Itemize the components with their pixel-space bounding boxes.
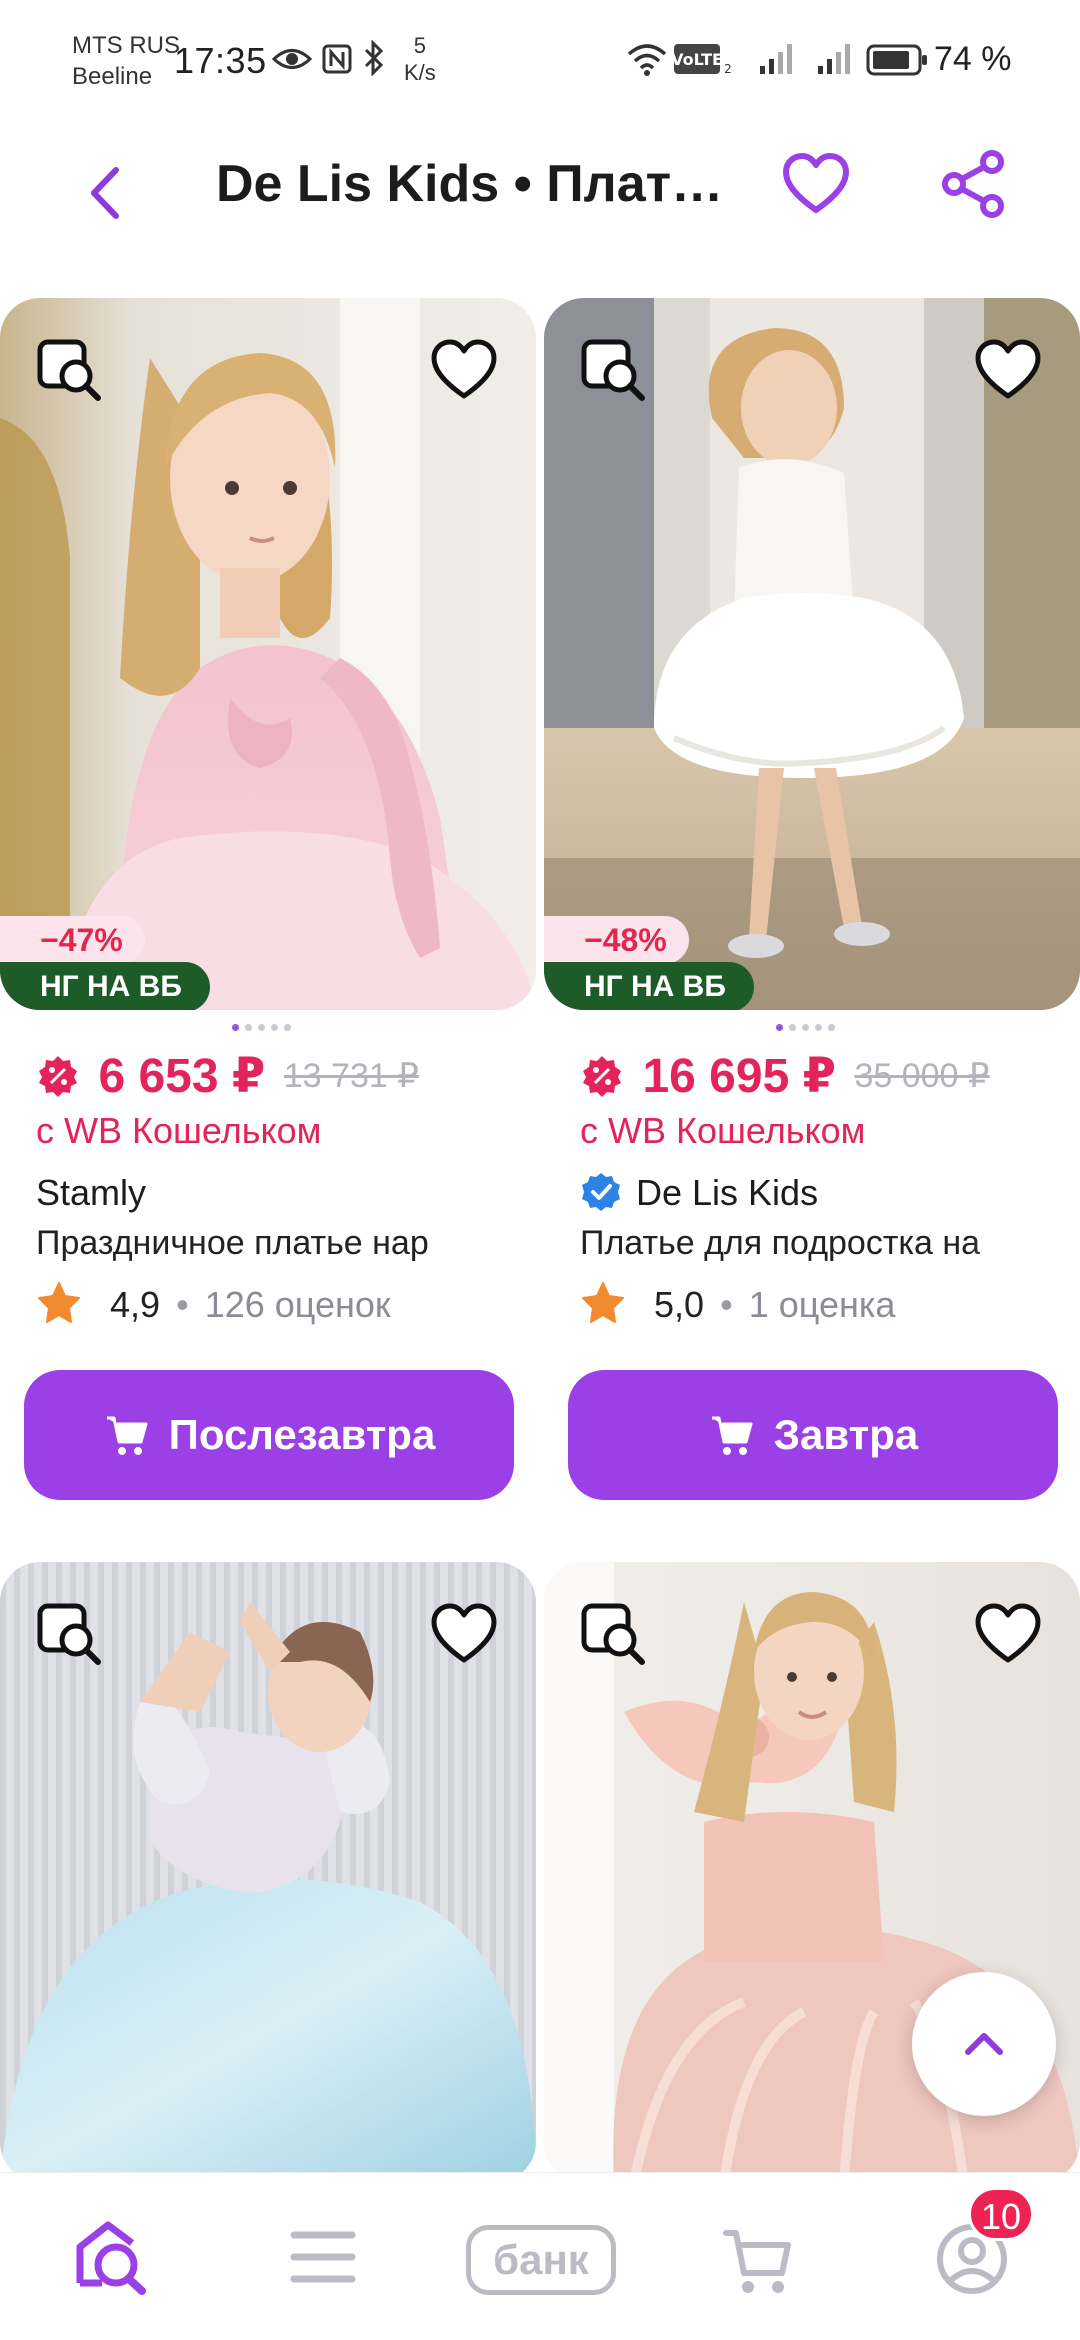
battery-percent: 74 % <box>934 40 1012 78</box>
cart-icon <box>106 1416 148 1455</box>
price: 6 653 ₽ <box>98 1050 266 1103</box>
volte-icon: VoLTE 2 <box>674 44 732 76</box>
wallet-discount-icon <box>583 1056 621 1097</box>
speed-unit: K/s <box>404 60 436 85</box>
brand-name[interactable]: De Lis Kids <box>580 1172 818 1214</box>
share-button[interactable] <box>938 148 1010 220</box>
delivery-label: Послезавтра <box>168 1411 436 1458</box>
wallet-discount-icon <box>39 1056 77 1097</box>
promo-badge: НГ НА ВБ <box>544 962 754 1010</box>
chevron-up-icon <box>965 2033 1003 2055</box>
network-speed: 5 K/s <box>404 32 436 86</box>
wallet-note: с WB Кошельком <box>36 1110 322 1151</box>
similar-search-icon[interactable] <box>36 1600 106 1670</box>
separator: • <box>720 1284 733 1325</box>
speed-value: 5 <box>413 33 427 58</box>
brand-name[interactable]: Stamly <box>36 1172 146 1214</box>
pager-dot <box>802 1024 809 1031</box>
carrier-names: MTS RUS Beeline <box>72 30 180 92</box>
product-name[interactable]: Платье для подростка на <box>580 1224 1060 1263</box>
promo-badge: НГ НА ВБ <box>0 962 210 1010</box>
rating-row: 4,9 • 126 оценок <box>36 1282 391 1326</box>
clock: 17:35 <box>174 40 267 81</box>
favorite-brand-button[interactable] <box>780 148 852 220</box>
page-title: De Lis Kids • Плать... <box>216 155 746 213</box>
bluetooth-icon <box>364 40 384 76</box>
product-card[interactable]: −47% НГ НА ВБ 6 653 ₽ 13 731 ₽ с WB Коше… <box>0 298 540 1518</box>
star-icon <box>582 1282 624 1324</box>
product-name[interactable]: Праздничное платье нар <box>36 1224 516 1263</box>
reviews-count: 1 оценка <box>748 1284 896 1325</box>
pager-dot <box>776 1024 783 1031</box>
reviews-count: 126 оценок <box>204 1284 391 1325</box>
product-card[interactable] <box>0 1562 540 2182</box>
pager-dot <box>284 1024 291 1031</box>
brand-label: De Lis Kids <box>636 1172 819 1213</box>
status-bar: MTS RUS Beeline 17:35 5 K/s VoLTE 2 74 % <box>0 0 1080 118</box>
product-image[interactable]: −48% НГ НА ВБ <box>544 298 1080 1010</box>
add-to-favorites-icon[interactable] <box>428 334 500 406</box>
battery-icon <box>866 44 927 76</box>
product-image[interactable]: −47% НГ НА ВБ <box>0 298 536 1010</box>
add-to-cart-button[interactable]: Завтра <box>568 1370 1058 1500</box>
signal-icon <box>760 44 792 74</box>
signal-icon <box>818 44 850 74</box>
svg-text:2: 2 <box>724 62 732 76</box>
image-pager-dots <box>232 1018 297 1036</box>
scroll-to-top-button[interactable] <box>912 1972 1056 2116</box>
add-to-cart-button[interactable]: Послезавтра <box>24 1370 514 1500</box>
similar-search-icon[interactable] <box>36 336 106 406</box>
carrier-2: Beeline <box>72 63 153 90</box>
product-image[interactable] <box>0 1562 536 2182</box>
old-price: 35 000 ₽ <box>854 1057 990 1095</box>
pager-dot <box>789 1024 796 1031</box>
top-header: De Lis Kids • Плать... <box>0 118 1080 258</box>
carrier-1: MTS RUS <box>72 32 180 59</box>
bank-tab[interactable]: банк <box>466 2225 616 2295</box>
rating-value: 5,0 <box>654 1284 705 1325</box>
discount-badge: −48% <box>544 916 689 964</box>
separator: • <box>176 1284 189 1325</box>
profile-notification-badge: 10 <box>968 2187 1034 2241</box>
price-row: 16 695 ₽ 35 000 ₽ <box>580 1048 990 1108</box>
image-pager-dots <box>776 1018 841 1036</box>
back-button[interactable] <box>70 158 140 228</box>
price-row: 6 653 ₽ 13 731 ₽ <box>36 1048 419 1108</box>
nfc-icon <box>322 44 352 74</box>
rating-row: 5,0 • 1 оценка <box>580 1282 896 1326</box>
pager-dot <box>815 1024 822 1031</box>
pager-dot <box>271 1024 278 1031</box>
price: 16 695 ₽ <box>642 1050 836 1103</box>
cart-nav-icon[interactable] <box>722 2217 794 2301</box>
wallet-note: с WB Кошельком <box>580 1110 866 1151</box>
similar-search-icon[interactable] <box>580 1600 650 1670</box>
product-card[interactable]: −48% НГ НА ВБ 16 695 ₽ 35 000 ₽ с WB Кош… <box>544 298 1080 1518</box>
discount-badge: −47% <box>0 916 145 964</box>
wifi-icon <box>627 44 667 76</box>
verified-seller-icon <box>582 1173 620 1212</box>
pager-dot <box>232 1024 239 1031</box>
home-search-icon[interactable] <box>66 2213 156 2303</box>
add-to-favorites-icon[interactable] <box>428 1598 500 1670</box>
catalog-icon[interactable] <box>288 2217 358 2297</box>
cart-icon <box>711 1416 753 1455</box>
similar-search-icon[interactable] <box>580 336 650 406</box>
rating-value: 4,9 <box>110 1284 161 1325</box>
pager-dot <box>245 1024 252 1031</box>
svg-text:VoLTE: VoLTE <box>674 50 723 69</box>
add-to-favorites-icon[interactable] <box>972 334 1044 406</box>
star-icon <box>38 1282 80 1324</box>
eye-icon <box>272 49 312 69</box>
old-price: 13 731 ₽ <box>283 1057 419 1095</box>
add-to-favorites-icon[interactable] <box>972 1598 1044 1670</box>
bottom-navigation: банк 10 <box>0 2172 1080 2340</box>
pager-dot <box>828 1024 835 1031</box>
pager-dot <box>258 1024 265 1031</box>
delivery-label: Завтра <box>773 1411 919 1458</box>
